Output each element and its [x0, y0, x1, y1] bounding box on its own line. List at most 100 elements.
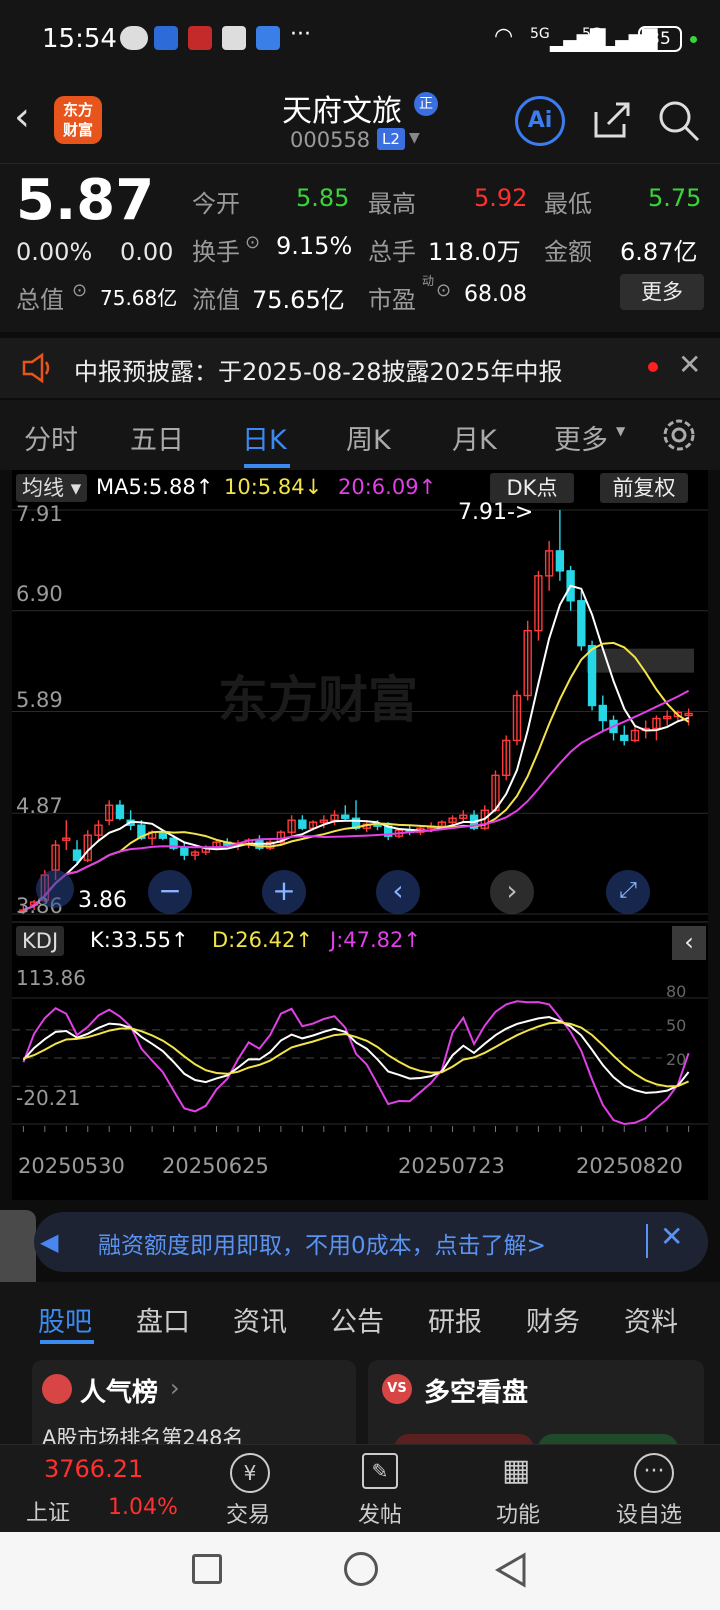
stock-name: 天府文旅 [282, 94, 402, 129]
dk-point-button[interactable]: DK点 [490, 473, 574, 503]
bull-bear-card[interactable]: VS 多空看盘 [368, 1360, 704, 1444]
adjust-price-button[interactable]: 前复权 [600, 473, 688, 503]
scroll-left-button[interactable]: ‹ [376, 870, 420, 914]
bottom-toolbar: 3766.21 上证 1.04% ¥ 交易 ✎ 发帖 ▦ 功能 ··· 设自选 [0, 1444, 720, 1532]
y-axis-label: 4.87 [16, 794, 63, 818]
kdj-indicator-selector[interactable]: KDJ [16, 926, 65, 956]
kline-chart[interactable]: 均线 ▾ MA5:5.88↑ 10:5.84↓ 20:6.09↑ DK点 前复权… [12, 470, 708, 1200]
more-button[interactable]: 更多 [620, 274, 704, 310]
ma-indicator-selector[interactable]: 均线 ▾ [16, 474, 88, 502]
close-icon[interactable]: ✕ [678, 348, 701, 381]
functions-button[interactable]: ▦ 功能 [484, 1445, 554, 1533]
info-icon[interactable]: ⊙ [436, 280, 451, 301]
wifi-icon: ◠ [494, 24, 514, 49]
ma5-line [23, 584, 689, 911]
candle-body [598, 704, 607, 722]
tab-financials[interactable]: 财务 [526, 1300, 580, 1339]
tab-daily-k[interactable]: 日K [242, 418, 287, 457]
tab-five-day[interactable]: 五日 [130, 418, 184, 457]
zoom-in-button[interactable]: + [262, 870, 306, 914]
wechat-icon [120, 26, 148, 50]
change-value: 0.00 [120, 238, 174, 266]
search-icon[interactable] [656, 98, 702, 144]
tab-weekly-k[interactable]: 周K [346, 418, 391, 457]
app-logo[interactable]: 东方 财富 [54, 96, 102, 144]
candle-body [587, 644, 597, 707]
grid-icon: ▦ [502, 1453, 531, 1488]
ai-assistant-button[interactable]: Ai [515, 96, 565, 146]
trade-label: 交易 [226, 1503, 271, 1528]
date-label: 20250530 [18, 1154, 125, 1178]
info-icon[interactable]: ⊙ [245, 232, 260, 253]
pe-dynamic-label: 动 [422, 274, 435, 288]
tab-research[interactable]: 研报 [428, 1300, 482, 1339]
popularity-card[interactable]: 人气榜 › A股市场排名第248名 [32, 1360, 356, 1444]
post-button[interactable]: ✎ 发帖 [348, 1445, 418, 1533]
tab-forum[interactable]: 股吧 [38, 1300, 92, 1339]
more-notifications-icon: ··· [290, 22, 311, 47]
tab-news[interactable]: 资讯 [233, 1300, 287, 1339]
battery-level: 35 [638, 26, 682, 52]
low-value: 5.75 [648, 184, 702, 212]
period-tabs: 分时 五日 日K 周K 月K 更多 ▼ [0, 400, 720, 470]
index-change[interactable]: 1.04% [108, 1495, 178, 1520]
tab-order-book[interactable]: 盘口 [136, 1300, 190, 1339]
notice-text: 中报预披露：于2025-08-28披露2025年中报 [74, 358, 563, 386]
low-label: 最低 [544, 190, 592, 218]
system-nav-bar [0, 1532, 720, 1610]
kdj-level-label: 80 [666, 982, 687, 1001]
logo-text: 东方 [62, 101, 93, 119]
last-price: 5.87 [16, 168, 155, 233]
post-label: 发帖 [358, 1503, 403, 1528]
tab-profile[interactable]: 资料 [624, 1300, 678, 1339]
candle-body [72, 849, 82, 861]
info-icon[interactable]: ⊙ [72, 280, 87, 301]
index-value[interactable]: 3766.21 [44, 1455, 143, 1483]
notice-bar[interactable]: 中报预披露：于2025-08-28披露2025年中报 ✕ [0, 338, 720, 398]
promo-text: 融资额度即用即取，不用0成本，点击了解> [98, 1233, 546, 1259]
kdj-j-label: J:47.82 [330, 928, 404, 952]
back-nav-icon[interactable] [494, 1552, 528, 1588]
volume-label: 总手 [368, 238, 416, 266]
card-title: 多空看盘 [424, 1378, 529, 1408]
tab-more[interactable]: 更多 [554, 418, 608, 457]
home-icon[interactable] [344, 1552, 378, 1586]
chevron-down-icon: ▼ [616, 424, 626, 438]
trade-button[interactable]: ¥ 交易 [216, 1445, 286, 1533]
mktcap-value: 75.68亿 [100, 286, 178, 310]
bear-bar [538, 1434, 678, 1444]
verified-badge: 正 [414, 92, 438, 116]
candle-body [555, 550, 565, 572]
content-tabs: 股吧 盘口 资讯 公告 研报 财务 资料 [0, 1282, 720, 1354]
scroll-right-button[interactable]: › [490, 870, 534, 914]
close-icon[interactable]: ✕ [660, 1220, 683, 1253]
share-icon[interactable] [590, 98, 634, 142]
kdj-d-value: D:26.42↑ [212, 928, 313, 952]
settings-gear-icon[interactable] [660, 416, 698, 454]
back-icon[interactable]: ‹ [14, 94, 30, 140]
index-name[interactable]: 上证 [26, 1495, 70, 1527]
ma10-value: 10:5.84↓ [224, 475, 323, 499]
stock-code: 000558 [290, 128, 371, 152]
tab-intraday[interactable]: 分时 [24, 418, 78, 457]
chevron-down-icon[interactable]: ▼ [409, 130, 420, 146]
tab-announcements[interactable]: 公告 [330, 1300, 384, 1339]
collapse-indicator-button[interactable]: ‹ [672, 926, 706, 960]
tab-monthly-k[interactable]: 月K [452, 418, 497, 457]
kdj-k-label: K:33.55 [90, 928, 171, 952]
fullscreen-chart-button[interactable] [36, 870, 74, 908]
pe-value: 68.08 [464, 282, 527, 307]
kdj-j-line [22, 1000, 690, 1126]
candle-body [180, 847, 189, 856]
zoom-out-button[interactable]: − [148, 870, 192, 914]
add-watchlist-button[interactable]: ··· 设自选 [610, 1445, 700, 1533]
promo-banner[interactable]: ◀ 融资额度即用即取，不用0成本，点击了解> ✕ [34, 1212, 708, 1272]
level2-badge[interactable]: L2 [377, 128, 405, 150]
add-watchlist-label: 设自选 [616, 1503, 683, 1528]
status-bar: 15:54 ··· ◠ 5G ▂▄▆█ 5G ▂▄▆█ 35 [0, 0, 720, 82]
expand-icon[interactable]: ⤢ [606, 870, 650, 914]
vs-icon: VS [382, 1374, 412, 1404]
ma10-label: 10:5.84 [224, 475, 305, 499]
min-price-label: 3.86 [78, 888, 127, 913]
recent-apps-icon[interactable] [192, 1554, 222, 1584]
